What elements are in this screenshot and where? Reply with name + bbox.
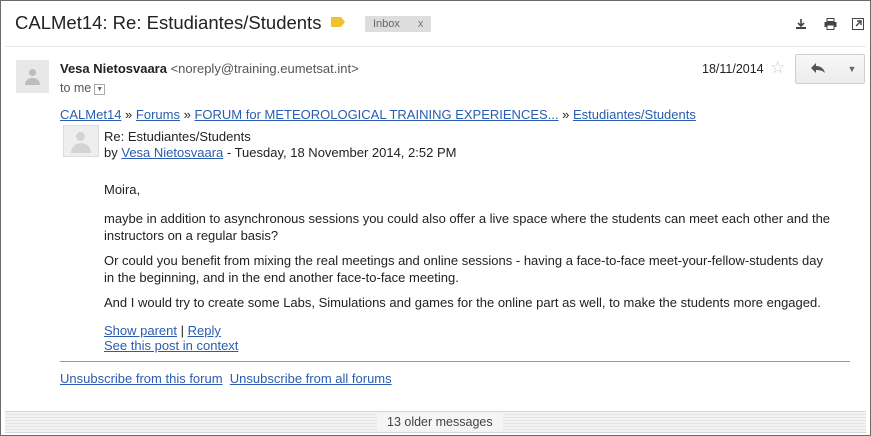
reply-button[interactable] — [795, 54, 841, 84]
recipient-details-chevron-icon[interactable]: ▼ — [94, 84, 106, 95]
sender-line: Vesa Nietosvaara <noreply@training.eumet… — [60, 61, 359, 76]
post-paragraph: Or could you benefit from mixing the rea… — [104, 253, 823, 285]
action-separator: | — [180, 323, 185, 338]
email-subject: CALMet14: Re: Estudiantes/Students — [15, 12, 322, 33]
email-view: CALMet14: Re: Estudiantes/Students Inbox… — [0, 0, 871, 436]
breadcrumb-separator: » — [183, 107, 191, 122]
breadcrumb-forum[interactable]: FORUM for METEOROLOGICAL TRAINING EXPERI… — [194, 107, 558, 122]
new-window-icon[interactable] — [852, 18, 864, 30]
post-author-avatar — [63, 125, 99, 157]
unsubscribe-all-link[interactable]: Unsubscribe from all forums — [230, 371, 392, 386]
post-greeting: Moira, — [104, 182, 141, 197]
header-divider — [5, 46, 866, 47]
show-parent-link[interactable]: Show parent — [104, 323, 177, 338]
footer-divider — [60, 361, 850, 362]
recipient-text: to me — [60, 81, 92, 95]
thread-toolbar — [783, 17, 864, 35]
email-date: 18/11/2014 — [702, 62, 764, 76]
post-datetime: - Tuesday, 18 November 2014, 2:52 PM — [226, 145, 457, 160]
breadcrumb-discussion[interactable]: Estudiantes/Students — [573, 107, 696, 122]
inbox-label-chip[interactable]: Inbox x — [365, 16, 432, 32]
breadcrumb-forums[interactable]: Forums — [136, 107, 180, 122]
byline-prefix: by — [104, 145, 118, 160]
reply-arrow-icon — [811, 63, 825, 73]
breadcrumb-course[interactable]: CALMet14 — [60, 107, 121, 122]
more-options-button[interactable]: ▼ — [840, 54, 865, 84]
unsubscribe-links: Unsubscribe from this forum Unsubscribe … — [60, 371, 392, 386]
sender-avatar[interactable] — [16, 60, 49, 93]
post-actions: Show parent | Reply See this post in con… — [104, 323, 238, 353]
post-byline: by Vesa Nietosvaara - Tuesday, 18 Novemb… — [104, 145, 456, 160]
post-paragraph: maybe in addition to asynchronous sessio… — [104, 211, 831, 243]
sender-name[interactable]: Vesa Nietosvaara — [60, 61, 167, 76]
label-tag-icon[interactable] — [331, 17, 345, 27]
inbox-chip-label: Inbox — [373, 18, 400, 30]
post-author-link[interactable]: Vesa Nietosvaara — [121, 145, 223, 160]
download-icon[interactable] — [795, 18, 807, 30]
breadcrumb-separator: » — [125, 107, 133, 122]
older-messages-bar[interactable]: 13 older messages — [5, 411, 866, 433]
sender-email: <noreply@training.eumetsat.int> — [170, 61, 359, 76]
chevron-down-icon: ▼ — [847, 64, 857, 74]
star-icon[interactable]: ☆ — [770, 58, 785, 78]
reply-link[interactable]: Reply — [188, 323, 221, 338]
breadcrumb-separator: » — [562, 107, 570, 122]
unsubscribe-forum-link[interactable]: Unsubscribe from this forum — [60, 371, 223, 386]
older-messages-label[interactable]: 13 older messages — [377, 414, 503, 430]
post-paragraph: And I would try to create some Labs, Sim… — [104, 295, 821, 310]
post-title: Re: Estudiantes/Students — [104, 129, 251, 144]
remove-label-button[interactable]: x — [418, 18, 424, 30]
recipient-line: to me ▼ — [60, 81, 106, 95]
print-icon[interactable] — [824, 18, 837, 30]
breadcrumb: CALMet14 » Forums » FORUM for METEOROLOG… — [60, 107, 696, 122]
see-in-context-link[interactable]: See this post in context — [104, 338, 238, 353]
